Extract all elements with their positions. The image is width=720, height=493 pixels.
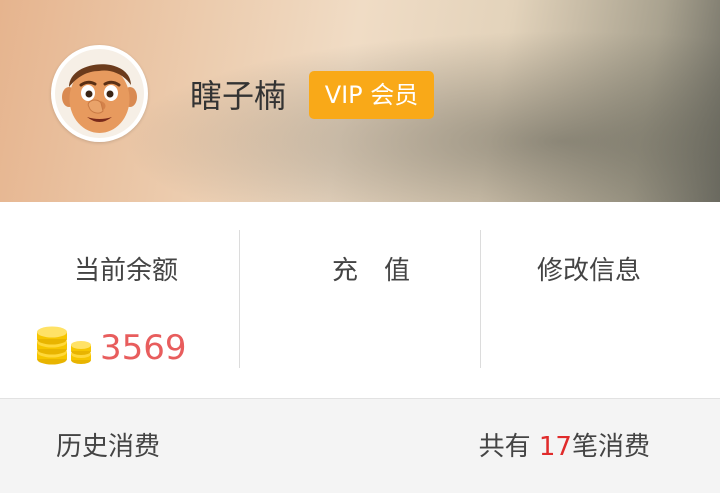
cartoon-boy-avatar-icon (55, 49, 144, 138)
count-suffix: 笔消费 (571, 432, 650, 462)
recharge-button[interactable]: 充 值 (240, 202, 480, 398)
gold-coins-icon (37, 326, 91, 365)
count-prefix: 共有 (478, 432, 539, 462)
recharge-label: 充 值 (332, 256, 411, 286)
history-row[interactable]: 历史消费 共有 17笔消费 (0, 398, 720, 493)
stats-panel: 当前余额 3569 充 值 修改信息 (0, 202, 720, 398)
avatar[interactable] (51, 45, 148, 142)
vip-badge: VIP 会员 (309, 71, 434, 119)
balance-label: 当前余额 (74, 256, 179, 286)
edit-info-label: 修改信息 (537, 256, 642, 286)
balance-section: 当前余额 3569 (0, 202, 240, 398)
history-count: 共有 17笔消费 (479, 429, 650, 465)
balance-value: 3569 (100, 328, 187, 368)
edit-info-button[interactable]: 修改信息 (481, 202, 720, 398)
username: 瞎子楠 (190, 77, 287, 115)
count-value: 17 (538, 432, 572, 462)
profile-header: 瞎子楠 VIP 会员 (0, 0, 720, 202)
history-label: 历史消费 (56, 432, 161, 462)
